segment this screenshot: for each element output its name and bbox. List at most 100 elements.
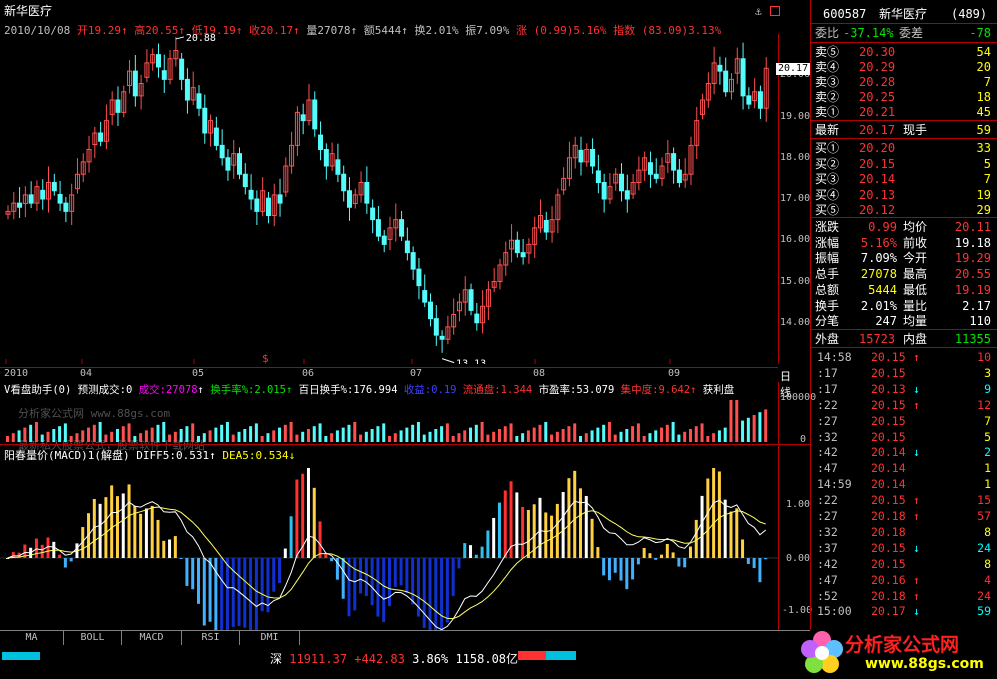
time-axis-label: 2010 (4, 368, 29, 379)
volume-bar (87, 427, 91, 442)
macd-bar (631, 558, 635, 580)
macd-bar (330, 558, 334, 562)
candle-body (242, 173, 248, 188)
volume-chart[interactable] (0, 396, 778, 444)
tab-ma[interactable]: MA (0, 631, 64, 645)
macd-bar (700, 495, 704, 558)
tab-dmi[interactable]: DMI (240, 631, 300, 645)
macd-bar (492, 517, 496, 558)
volume-bar (399, 430, 403, 442)
sell-level-4[interactable]: 卖④ 20.29 20 (815, 59, 995, 75)
window-restore-icon[interactable] (770, 6, 780, 16)
candle-body (619, 173, 625, 192)
site-logo[interactable]: 分析家公式网 www.88gs.com (795, 628, 997, 679)
candle-body (51, 182, 57, 192)
volume-bar (260, 436, 264, 442)
market-index[interactable]: 深 11911.37 +442.83 3.86% 1158.08亿 (270, 650, 518, 667)
stat-row: 总额 5444 最低 19.19 (815, 282, 991, 297)
candle-body (40, 189, 46, 200)
volume-bar (480, 422, 484, 442)
macd-bar (521, 506, 525, 558)
macd-bar (115, 496, 119, 558)
sell-level-3[interactable]: 卖③ 20.28 7 (815, 74, 995, 90)
volume-bar (197, 436, 200, 442)
volume-bar (764, 409, 768, 442)
macd-bar (185, 558, 189, 586)
macd-bar (318, 521, 322, 558)
buy-level-1[interactable]: 买① 20.20 33 (815, 140, 995, 156)
macd-bar (469, 545, 473, 558)
macd-bar (150, 505, 154, 558)
volume-bar (758, 412, 762, 442)
sell-level-2[interactable]: 卖② 20.25 18 (815, 89, 995, 105)
volume-bar (521, 433, 525, 442)
volume-bar (405, 427, 409, 442)
buy-level-3[interactable]: 买③ 20.14 7 (815, 171, 995, 187)
macd-bar (191, 558, 195, 590)
macd-bar (440, 558, 444, 630)
candle-body (254, 198, 260, 212)
macd-bar (480, 546, 484, 558)
sell-level-5[interactable]: 卖⑤ 20.30 54 (815, 44, 995, 60)
buy-level-5[interactable]: 买⑤ 20.12 29 (815, 202, 995, 218)
anchor-icon[interactable]: ⚓ (755, 5, 762, 18)
macd-bar (220, 558, 224, 630)
volume-bar (526, 430, 530, 442)
macd-bar (463, 543, 467, 558)
volume-bar (717, 430, 721, 442)
quote-header: 600587 新华医疗 (489) (823, 7, 988, 21)
candle-body (161, 70, 167, 80)
volume-bar (694, 426, 698, 442)
volume-bar (353, 422, 357, 442)
tab-rsi[interactable]: RSI (182, 631, 240, 645)
macd-bar (376, 558, 380, 617)
macd-bar (162, 540, 166, 558)
macd-bar (648, 553, 652, 558)
tick-row: 14:59 20.14 1 (817, 477, 991, 492)
sell-level-1[interactable]: 卖① 20.21 45 (815, 104, 995, 120)
candle-body (17, 202, 23, 208)
volume-bar (555, 431, 559, 442)
volume-bar (127, 423, 131, 442)
volume-bar (752, 415, 756, 442)
macd-bar (231, 558, 235, 627)
volume-bar (688, 429, 692, 442)
volume-bar (642, 436, 646, 442)
buy-level-2[interactable]: 买② 20.15 5 (815, 156, 995, 172)
tick-row: :22 20.15 ↑ 15 (817, 493, 991, 508)
candlestick-chart[interactable]: 20.88 13.13 $ (0, 34, 778, 364)
macd-chart[interactable] (0, 462, 778, 630)
volume-bar (202, 433, 206, 442)
volume-bar (729, 400, 733, 442)
macd-bar (272, 558, 276, 592)
candle-body (624, 190, 630, 200)
volume-bar (469, 427, 473, 442)
volume-bar (330, 433, 334, 442)
volume-bar (104, 434, 108, 442)
tab-macd[interactable]: MACD (122, 631, 182, 645)
volume-bar (544, 422, 548, 442)
macd-bar (550, 515, 554, 558)
volume-bar (301, 431, 305, 442)
candle-body (468, 289, 474, 311)
candle-body (57, 193, 63, 204)
stat-row: 分笔 247 均量 110 (815, 314, 991, 329)
volume-bar (660, 427, 664, 442)
macd-bar (741, 539, 745, 558)
tab-boll[interactable]: BOLL (64, 631, 122, 645)
volume-bar (503, 426, 507, 442)
volume-bar (746, 417, 750, 442)
stat-row: 涨跌 0.99 均价 20.11 (815, 220, 991, 234)
volume-bar (359, 434, 363, 442)
macd-bar (665, 544, 669, 558)
macd-bar (677, 558, 681, 567)
volume-bar (121, 426, 125, 442)
macd-axis-1: 1.00 (786, 499, 811, 510)
chart-area[interactable]: 新华医疗 ⚓ 2010/10/08 开19.29↑ 高20.55↑ 低19.19… (0, 0, 997, 679)
buy-level-4[interactable]: 买④ 20.13 19 (815, 187, 995, 203)
volume-bar (648, 433, 652, 442)
macd-bar (636, 558, 640, 565)
macd-bar (34, 538, 38, 558)
candle-body (277, 194, 283, 204)
macd-bar (544, 512, 548, 558)
